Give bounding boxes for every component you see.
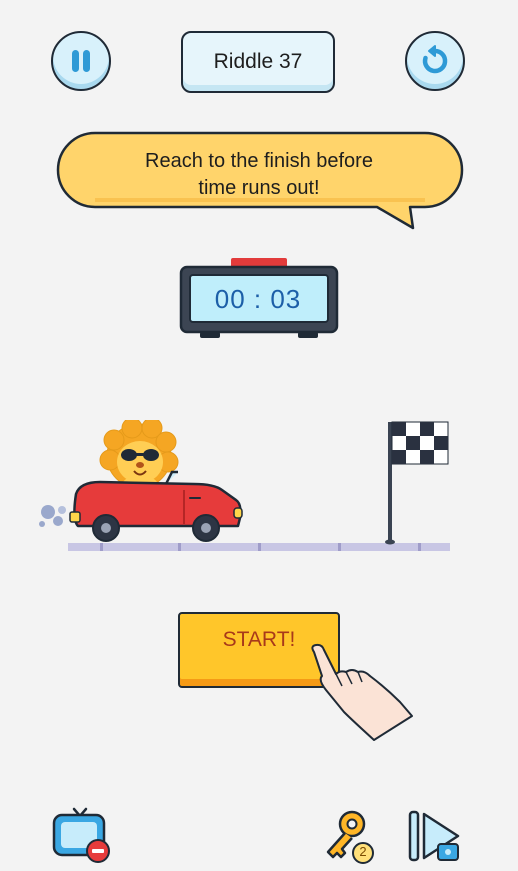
pointing-hand-icon (311, 643, 413, 741)
hint-text: Reach to the finish before time runs out… (60, 148, 458, 202)
hint-line-1: Reach to the finish before (145, 150, 373, 172)
hint-line-2: time runs out! (198, 177, 320, 199)
no-ads-tv-icon (52, 807, 110, 863)
finish-flag (385, 421, 449, 545)
restart-icon (422, 45, 448, 74)
riddle-title: Riddle 37 (181, 31, 335, 93)
pause-button[interactable] (51, 31, 111, 91)
lion-car (39, 420, 243, 542)
no-ads-tv-button[interactable] (48, 803, 114, 867)
riddle-title-text: Riddle 37 (213, 50, 303, 73)
hint-key-button[interactable]: 2 (318, 808, 378, 866)
timer-display: 00 : 03 (214, 283, 302, 314)
skip-button[interactable] (404, 808, 466, 866)
key-count-badge: 2 (359, 844, 367, 859)
pause-icon (72, 50, 90, 72)
restart-button[interactable] (405, 31, 465, 91)
skip-video-icon (408, 810, 460, 862)
